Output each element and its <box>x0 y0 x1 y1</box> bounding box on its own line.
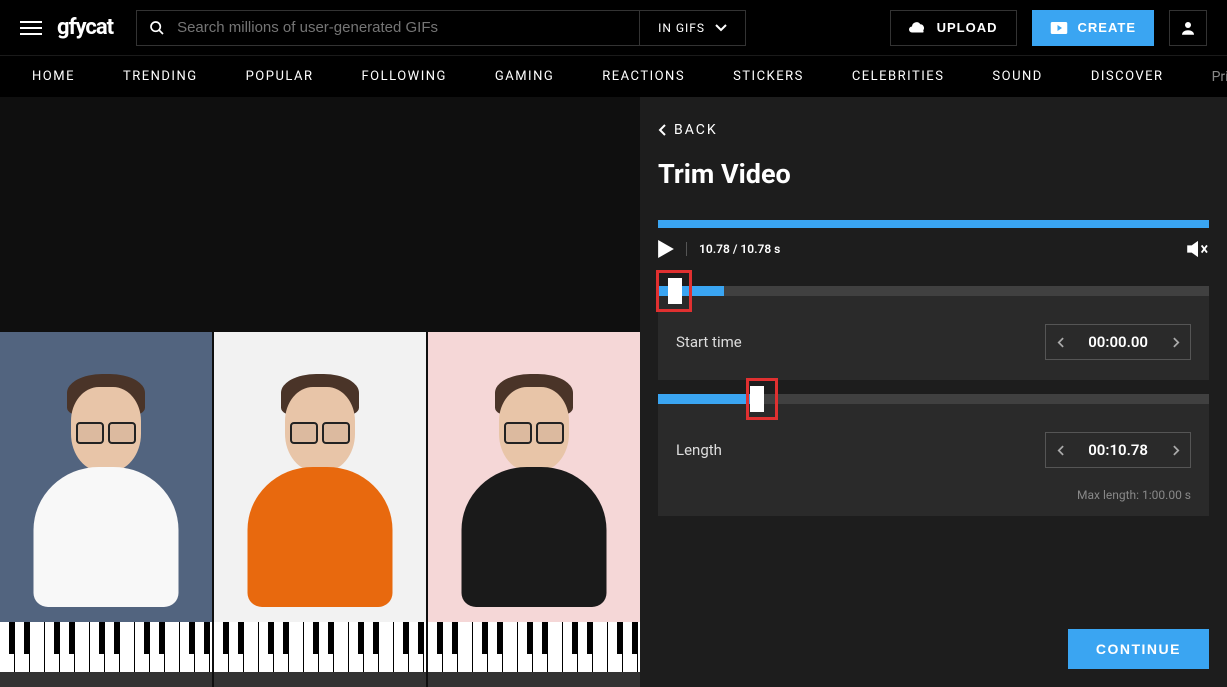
search-container: IN GIFS <box>136 10 746 46</box>
slider-fill <box>658 394 757 404</box>
nav-reactions[interactable]: REACTIONS <box>602 69 685 84</box>
start-time-value: 00:00.00 <box>1074 333 1162 351</box>
nav-stickers[interactable]: STICKERS <box>733 69 804 84</box>
max-length-hint: Max length: 1:00.00 s <box>658 488 1209 516</box>
search-icon <box>137 20 177 36</box>
chevron-left-icon <box>1057 337 1064 348</box>
start-time-handle[interactable] <box>668 278 682 304</box>
chevron-right-icon <box>1173 337 1180 348</box>
video-create-icon <box>1050 21 1068 35</box>
content: BACK Trim Video 10.78 / 10.78 s Start ti… <box>0 97 1227 687</box>
header: gfycat IN GIFS UPLOAD CREATE <box>0 0 1227 55</box>
divider <box>686 242 687 256</box>
nav-sound[interactable]: SOUND <box>992 69 1042 84</box>
continue-button[interactable]: CONTINUE <box>1068 629 1209 669</box>
length-value: 00:10.78 <box>1074 441 1162 459</box>
nav-gaming[interactable]: GAMING <box>495 69 554 84</box>
trim-panel: BACK Trim Video 10.78 / 10.78 s Start ti… <box>640 97 1227 687</box>
play-button[interactable] <box>658 240 674 258</box>
nav-discover[interactable]: DISCOVER <box>1091 69 1164 84</box>
logo[interactable]: gfycat <box>57 15 113 40</box>
cloud-upload-icon <box>909 21 927 35</box>
time-display: 10.78 / 10.78 s <box>699 242 780 256</box>
upload-button[interactable]: UPLOAD <box>890 10 1017 46</box>
hamburger-menu-icon[interactable] <box>20 21 42 35</box>
length-handle[interactable] <box>750 386 764 412</box>
back-button[interactable]: BACK <box>658 122 1209 138</box>
start-time-stepper: 00:00.00 <box>1045 324 1191 360</box>
person-icon <box>1179 19 1197 37</box>
profile-button[interactable] <box>1169 10 1207 46</box>
start-time-label: Start time <box>676 333 742 351</box>
video-frame <box>0 332 212 687</box>
chevron-left-icon <box>1057 445 1064 456</box>
player-controls: 10.78 / 10.78 s <box>658 240 1209 258</box>
video-frames <box>0 332 640 687</box>
video-preview <box>0 97 640 687</box>
nav-privacy[interactable]: Privacy <box>1212 69 1227 85</box>
gif-type-dropdown[interactable]: IN GIFS <box>639 11 745 45</box>
video-frame <box>214 332 426 687</box>
length-slider[interactable] <box>658 394 1209 404</box>
length-label: Length <box>676 441 722 459</box>
header-actions: UPLOAD CREATE <box>890 10 1207 46</box>
length-decrement[interactable] <box>1046 433 1074 467</box>
nav-trending[interactable]: TRENDING <box>123 69 198 84</box>
length-increment[interactable] <box>1162 433 1190 467</box>
nav-popular[interactable]: POPULAR <box>246 69 314 84</box>
length-stepper: 00:10.78 <box>1045 432 1191 468</box>
create-button[interactable]: CREATE <box>1032 10 1154 46</box>
back-label: BACK <box>674 122 718 138</box>
video-progress-bar[interactable] <box>658 220 1209 228</box>
mute-button[interactable] <box>1187 240 1209 258</box>
upload-label: UPLOAD <box>937 20 998 35</box>
length-group: Length 00:10.78 Max length: 1:00.00 s <box>658 394 1209 516</box>
volume-mute-icon <box>1187 240 1209 258</box>
chevron-down-icon <box>715 24 727 32</box>
create-label: CREATE <box>1078 20 1136 35</box>
nav-celebrities[interactable]: CELEBRITIES <box>852 69 945 84</box>
nav-following[interactable]: FOLLOWING <box>362 69 447 84</box>
video-frame <box>428 332 640 687</box>
main-nav: HOME TRENDING POPULAR FOLLOWING GAMING R… <box>0 55 1227 97</box>
start-time-increment[interactable] <box>1162 325 1190 359</box>
start-time-decrement[interactable] <box>1046 325 1074 359</box>
chevron-right-icon <box>1173 445 1180 456</box>
start-time-slider[interactable] <box>658 286 1209 296</box>
gif-dropdown-label: IN GIFS <box>658 21 705 35</box>
chevron-left-icon <box>658 124 666 136</box>
nav-home[interactable]: HOME <box>32 69 75 84</box>
panel-title: Trim Video <box>658 158 1209 190</box>
start-time-group: Start time 00:00.00 <box>658 286 1209 380</box>
search-input[interactable] <box>177 19 639 36</box>
play-icon <box>658 240 674 258</box>
